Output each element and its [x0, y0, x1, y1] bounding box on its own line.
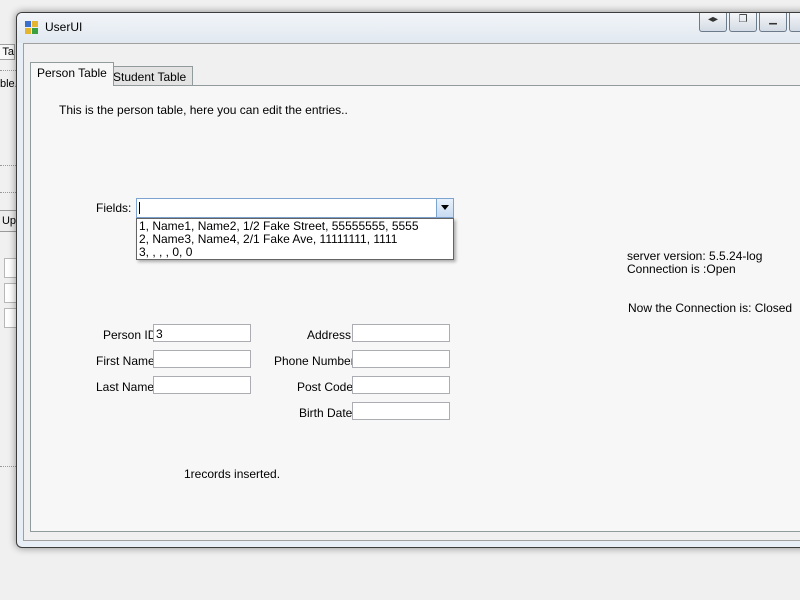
fields-label: Fields: [96, 201, 132, 215]
userui-window: UserUI ◂▸ ❐ ▁ □ Person Table Student Tab… [16, 12, 800, 548]
post-code-label: Post Code: [297, 380, 357, 394]
first-name-label: First Name: [96, 354, 159, 368]
minimize-icon[interactable]: ▁ [759, 13, 787, 32]
fields-combobox[interactable] [136, 198, 454, 218]
person-id-field[interactable]: 3 [153, 324, 251, 342]
connection-open-text: Connection is :Open [627, 262, 736, 276]
dropdown-item[interactable]: 3, , , , 0, 0 [139, 246, 192, 259]
first-name-field[interactable] [153, 350, 251, 368]
swap-icon[interactable]: ◂▸ [699, 13, 727, 32]
person-table-panel: This is the person table, here you can e… [30, 85, 800, 532]
records-inserted-status: 1records inserted. [184, 467, 281, 481]
post-code-field[interactable] [352, 376, 450, 394]
window-title: UserUI [45, 20, 83, 34]
chevron-down-icon[interactable] [436, 199, 453, 217]
server-version-text: server version: 5.5.24-log [627, 249, 763, 263]
tab-student-table[interactable]: Student Table [106, 66, 194, 87]
background-update-button[interactable]: Up [0, 210, 17, 232]
last-name-label: Last Name: [96, 380, 158, 394]
maximize-icon[interactable]: □ [789, 13, 800, 32]
last-name-field[interactable] [153, 376, 251, 394]
person-id-label: Person ID: [103, 328, 160, 342]
tab-person-table[interactable]: Person Table [30, 62, 114, 86]
birth-date-label: Birth Date: [299, 406, 356, 420]
title-bar[interactable]: UserUI ◂▸ ❐ ▁ □ [17, 13, 800, 43]
background-tab[interactable]: Ta [0, 44, 15, 60]
text-caret [139, 202, 140, 214]
address-field[interactable] [352, 324, 450, 342]
app-icon [25, 21, 39, 35]
address-label: Address: [307, 328, 355, 342]
birth-date-field[interactable] [352, 402, 450, 420]
restore-icon[interactable]: ❐ [729, 13, 757, 32]
panel-description: This is the person table, here you can e… [59, 103, 348, 117]
caption-buttons: ◂▸ ❐ ▁ □ [697, 13, 800, 33]
phone-number-label: Phone Number: [274, 354, 359, 368]
connection-closed-text: Now the Connection is: Closed [628, 301, 793, 315]
fields-dropdown-list: 1, Name1, Name2, 1/2 Fake Street, 555555… [136, 218, 454, 260]
phone-number-field[interactable] [352, 350, 450, 368]
